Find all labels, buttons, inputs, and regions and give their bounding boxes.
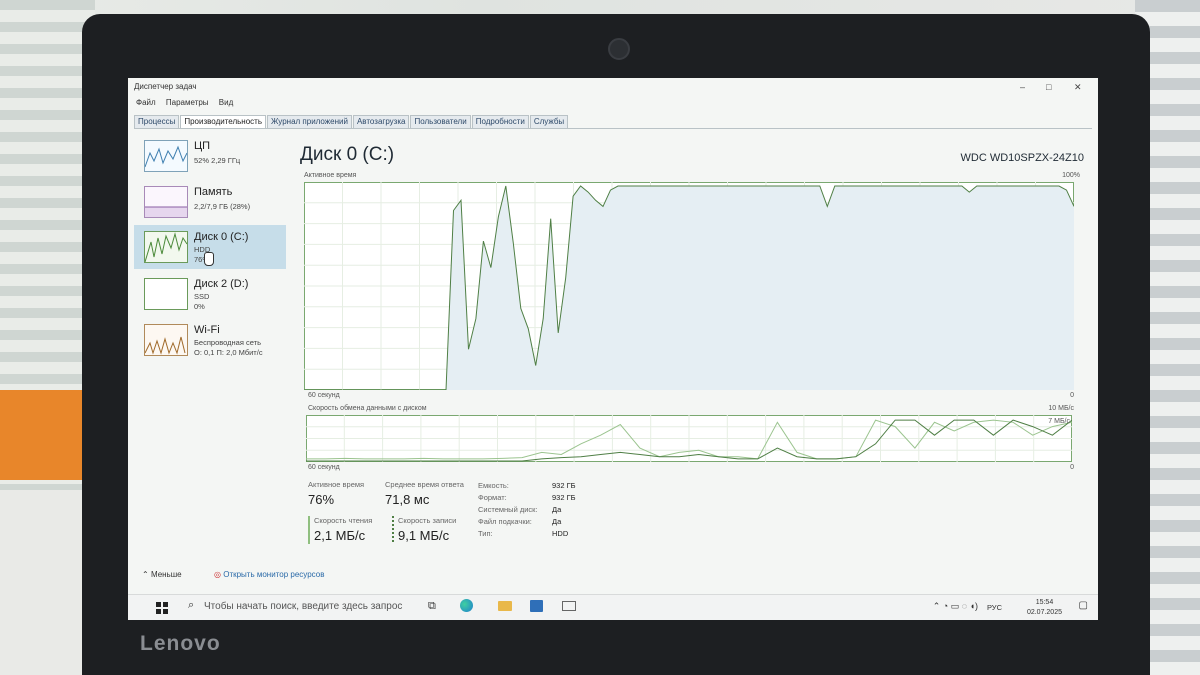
- sidebar-sub: Беспроводная сеть: [194, 338, 262, 347]
- file-explorer-icon[interactable]: [498, 601, 512, 611]
- webcam: [608, 38, 630, 60]
- tab-performance[interactable]: Производительность: [180, 115, 266, 128]
- stat-active-label: Активное время: [308, 480, 365, 489]
- maximize-button[interactable]: □: [1046, 82, 1051, 92]
- window-title: Диспетчер задач: [134, 82, 197, 91]
- laptop-screen: Диспетчер задач – □ ✕ Файл Параметры Вид…: [128, 78, 1098, 620]
- active-time-max: 100%: [1062, 172, 1080, 179]
- memory-thumbnail: [144, 186, 188, 218]
- sidebar-name: Wi-Fi: [194, 324, 220, 336]
- menu-file[interactable]: Файл: [136, 98, 156, 107]
- clock[interactable]: 15:54 02.07.2025: [1027, 598, 1062, 618]
- menu-bar: Файл Параметры Вид: [136, 98, 241, 107]
- tray-icons[interactable]: ⌃ ◔ ▭ ◌ ◖): [933, 601, 978, 612]
- resmon-label: Открыть монитор ресурсов: [223, 570, 325, 579]
- stat-active-value: 76%: [308, 492, 335, 507]
- minimize-button[interactable]: –: [1020, 82, 1025, 92]
- sidebar-sub2: О: 0,1 П: 2,0 Мбит/с: [194, 348, 263, 357]
- prop-key: Системный диск:: [478, 505, 538, 514]
- prop-key: Формат:: [478, 493, 507, 502]
- x-right-label-2: 0: [1070, 464, 1074, 471]
- prop-key: Тип:: [478, 529, 493, 538]
- tab-app-history[interactable]: Журнал приложений: [267, 115, 352, 128]
- resource-sidebar: ЦП 52% 2,29 ГГц Память 2,2/7,9 ГБ (28%) …: [134, 134, 286, 564]
- task-view-icon[interactable]: ⧉: [428, 600, 436, 613]
- resource-monitor-link[interactable]: ◎ Открыть монитор ресурсов: [214, 570, 324, 579]
- stat-read-value: 2,1 МБ/с: [314, 528, 366, 543]
- disk-model: WDC WD10SPZX-24Z10: [960, 152, 1084, 164]
- sidebar-sub: SSD: [194, 292, 210, 301]
- stat-response-label: Среднее время ответа: [385, 480, 464, 489]
- transfer-rate-graph: [306, 415, 1072, 462]
- edge-icon[interactable]: [460, 599, 473, 612]
- fewer-label: Меньше: [150, 570, 182, 579]
- prop-value: HDD: [552, 529, 569, 538]
- x-left-label: 60 секунд: [308, 392, 340, 399]
- store-icon[interactable]: [530, 600, 543, 612]
- prop-value: Да: [552, 517, 562, 526]
- x-right-label: 0: [1070, 392, 1074, 399]
- search-icon[interactable]: ⌕: [188, 599, 194, 612]
- sidebar-item-wifi[interactable]: Wi-Fi Беспроводная сеть О: 0,1 П: 2,0 Мб…: [134, 318, 286, 362]
- disk-title: Диск 0 (C:): [300, 144, 395, 165]
- laptop-brand: Lenovo: [140, 632, 221, 655]
- sidebar-name: Диск 0 (C:): [194, 231, 249, 243]
- chevron-up-icon: ⌃: [142, 570, 149, 579]
- read-bar: [308, 516, 310, 544]
- transfer-mark: 7 МБ/с: [1048, 418, 1070, 425]
- transfer-grid: [306, 415, 1072, 462]
- resource-monitor-icon: ◎: [214, 570, 221, 579]
- stat-read-label: Скорость чтения: [314, 516, 373, 525]
- stat-write-label: Скорость записи: [398, 516, 457, 525]
- close-button[interactable]: ✕: [1074, 82, 1082, 93]
- mouse-cursor-icon: [204, 252, 214, 266]
- sidebar-name: Диск 2 (D:): [194, 278, 249, 290]
- disk2-thumbnail: [144, 278, 188, 310]
- stat-write-value: 9,1 МБ/с: [398, 528, 450, 543]
- fewer-details-button[interactable]: ⌃ Меньше: [142, 570, 182, 579]
- notification-icon[interactable]: ▢: [1079, 600, 1088, 611]
- orange-counter: [0, 390, 95, 480]
- mail-icon[interactable]: [562, 601, 576, 611]
- tab-strip: Процессы Производительность Журнал прило…: [134, 115, 569, 128]
- sidebar-name: ЦП: [194, 140, 211, 152]
- prop-key: Емкость:: [478, 481, 509, 490]
- taskbar-search-input[interactable]: Чтобы начать поиск, введите здесь запрос: [204, 601, 402, 612]
- disk0-thumbnail: [144, 231, 188, 263]
- clock-time: 15:54: [1035, 599, 1054, 606]
- tab-details[interactable]: Подробности: [471, 115, 529, 128]
- active-time-label: Активное время: [304, 172, 357, 179]
- taskbar: ⌕ Чтобы начать поиск, введите здесь запр…: [128, 594, 1098, 620]
- prop-key: Файл подкачки:: [478, 517, 532, 526]
- clock-date: 02.07.2025: [1026, 609, 1062, 616]
- sidebar-sub: 52% 2,29 ГГц: [194, 156, 241, 165]
- tab-divider: [134, 128, 1092, 129]
- sidebar-sub: 2,2/7,9 ГБ (28%): [194, 202, 251, 211]
- sidebar-item-cpu[interactable]: ЦП 52% 2,29 ГГц: [134, 134, 286, 178]
- menu-view[interactable]: Вид: [219, 98, 233, 107]
- prop-value: 932 ГБ: [552, 493, 576, 502]
- windows-start-icon[interactable]: [156, 602, 168, 614]
- write-bar: [392, 516, 394, 544]
- sidebar-name: Память: [194, 186, 233, 198]
- sidebar-item-memory[interactable]: Память 2,2/7,9 ГБ (28%): [134, 180, 286, 224]
- wifi-thumbnail: [144, 324, 188, 356]
- active-time-graph: [304, 182, 1074, 390]
- language-indicator[interactable]: РУС: [987, 603, 1002, 612]
- tab-startup[interactable]: Автозагрузка: [352, 115, 410, 128]
- prop-value: 932 ГБ: [552, 481, 576, 490]
- sidebar-sub2: 0%: [194, 302, 205, 311]
- prop-value: Да: [552, 505, 562, 514]
- transfer-max: 10 МБ/с: [1048, 405, 1074, 412]
- cpu-thumbnail: [144, 140, 188, 172]
- tab-users[interactable]: Пользователи: [410, 115, 471, 128]
- tab-processes[interactable]: Процессы: [134, 115, 180, 128]
- sidebar-item-disk2[interactable]: Диск 2 (D:) SSD 0%: [134, 272, 286, 316]
- transfer-label: Скорость обмена данными с диском: [308, 405, 427, 412]
- menu-options[interactable]: Параметры: [166, 98, 209, 107]
- tab-services[interactable]: Службы: [529, 115, 569, 128]
- stat-response-value: 71,8 мс: [385, 492, 430, 507]
- x-left-label-2: 60 секунд: [308, 464, 340, 471]
